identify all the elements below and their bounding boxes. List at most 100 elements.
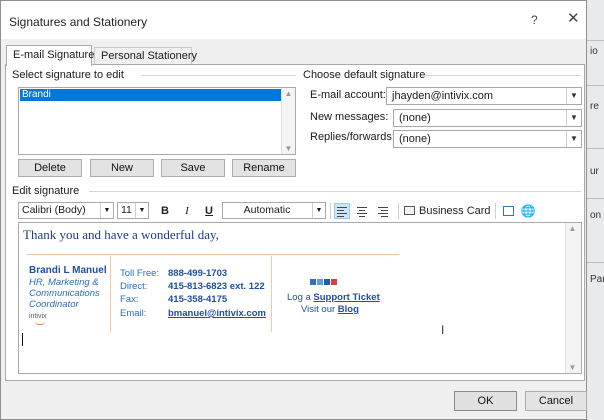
insert-hyperlink-icon[interactable]: 🌐 bbox=[520, 203, 536, 219]
chevron-down-icon[interactable]: ▼ bbox=[312, 203, 325, 218]
new-button[interactable]: New bbox=[90, 159, 154, 177]
signature-title-line: HR, Marketing & bbox=[29, 277, 99, 288]
edit-signature-label: Edit signature bbox=[12, 185, 80, 197]
contact-label: Email: bbox=[120, 308, 147, 319]
background-text: on bbox=[590, 210, 602, 221]
background-text: Par bbox=[590, 274, 604, 285]
tab-personal-stationery[interactable]: Personal Stationery bbox=[94, 47, 197, 65]
replies-forwards-label: Replies/forwards: bbox=[310, 131, 395, 143]
toolbar-separator bbox=[398, 203, 399, 219]
replies-forwards-value: (none) bbox=[399, 133, 431, 145]
email-account-label: E-mail account: bbox=[310, 89, 386, 101]
new-messages-select[interactable]: (none) ▼ bbox=[393, 109, 582, 127]
chevron-down-icon[interactable]: ▼ bbox=[135, 203, 148, 218]
font-name-value: Calibri (Body) bbox=[22, 204, 86, 216]
group-divider bbox=[423, 75, 581, 76]
ibeam-cursor-icon: Ι bbox=[441, 323, 445, 337]
delete-button[interactable]: Delete bbox=[18, 159, 82, 177]
cancel-button[interactable]: Cancel bbox=[525, 391, 587, 411]
background-divider bbox=[587, 148, 604, 149]
signature-list[interactable]: Brandi ▲ ▼ bbox=[18, 87, 296, 155]
social-icons bbox=[310, 279, 338, 287]
chevron-down-icon[interactable]: ▼ bbox=[100, 203, 113, 218]
signature-title-line: Communications bbox=[29, 288, 100, 299]
insert-picture-icon[interactable] bbox=[500, 203, 516, 219]
scroll-down-icon[interactable]: ▼ bbox=[566, 363, 579, 372]
background-divider bbox=[587, 262, 604, 263]
contact-value: 415-358-4175 bbox=[168, 294, 228, 305]
font-name-select[interactable]: Calibri (Body) ▼ bbox=[18, 202, 114, 219]
default-signature-label: Choose default signature bbox=[303, 69, 426, 81]
email-account-select[interactable]: jhayden@intivix.com ▼ bbox=[386, 87, 582, 105]
font-color-select[interactable]: Automatic ▼ bbox=[222, 202, 326, 219]
toolbar-separator bbox=[495, 203, 496, 219]
facebook-icon[interactable] bbox=[310, 279, 316, 285]
background-text: ur bbox=[590, 166, 599, 177]
replies-forwards-select[interactable]: (none) ▼ bbox=[393, 130, 582, 148]
linkedin-icon[interactable] bbox=[324, 279, 330, 285]
support-line: Log a Support Ticket bbox=[287, 292, 380, 303]
scroll-up-icon[interactable]: ▲ bbox=[282, 89, 295, 98]
italic-button[interactable]: I bbox=[180, 203, 194, 219]
support-ticket-link[interactable]: Support Ticket bbox=[313, 292, 379, 303]
scroll-up-icon[interactable]: ▲ bbox=[566, 224, 579, 233]
bold-button[interactable]: B bbox=[158, 203, 172, 219]
chevron-down-icon[interactable]: ▼ bbox=[566, 110, 581, 126]
font-color-value: Automatic bbox=[243, 204, 291, 216]
format-toolbar: Calibri (Body) ▼ 11 ▼ B I U Automatic ▼ … bbox=[18, 202, 578, 220]
signature-list-scrollbar[interactable]: ▲ ▼ bbox=[281, 88, 295, 154]
contact-label: Direct: bbox=[120, 281, 148, 292]
youtube-icon[interactable] bbox=[331, 279, 337, 285]
signatures-dialog: Signatures and Stationery ? ✕ E-mail Sig… bbox=[0, 0, 587, 420]
logo-swirl-icon bbox=[35, 321, 45, 325]
rename-button[interactable]: Rename bbox=[232, 159, 296, 177]
contact-value: 415-813-6823 ext. 122 bbox=[168, 281, 265, 292]
align-left-icon[interactable] bbox=[334, 203, 350, 219]
twitter-icon[interactable] bbox=[317, 279, 323, 285]
scroll-down-icon[interactable]: ▼ bbox=[282, 144, 295, 153]
align-right-icon[interactable] bbox=[374, 203, 390, 219]
title-bar[interactable]: Signatures and Stationery ? ✕ bbox=[1, 1, 586, 39]
signature-name: Brandi L Manuel bbox=[29, 265, 107, 276]
signature-column-divider bbox=[271, 256, 272, 332]
tab-email-signature[interactable]: E-mail Signature bbox=[6, 45, 94, 66]
group-divider bbox=[89, 191, 581, 192]
signature-column-divider bbox=[110, 256, 111, 332]
align-center-icon[interactable] bbox=[354, 203, 370, 219]
toolbar-separator bbox=[330, 203, 331, 219]
save-button[interactable]: Save bbox=[161, 159, 225, 177]
email-account-value: jhayden@intivix.com bbox=[392, 90, 494, 102]
background-divider bbox=[587, 198, 604, 199]
font-size-value: 11 bbox=[121, 204, 132, 216]
signature-editor[interactable]: Thank you and have a wonderful day, Bran… bbox=[18, 222, 582, 374]
font-size-select[interactable]: 11 ▼ bbox=[117, 202, 149, 219]
contact-label: Toll Free: bbox=[120, 268, 160, 279]
select-signature-label: Select signature to edit bbox=[12, 69, 124, 81]
signature-greeting: Thank you and have a wonderful day, bbox=[23, 227, 219, 242]
background-window: io re ur on Par bbox=[586, 0, 604, 420]
signature-list-item[interactable]: Brandi bbox=[20, 89, 281, 101]
signature-title-line: Coordinator bbox=[29, 299, 79, 310]
help-button[interactable]: ? bbox=[531, 13, 538, 27]
underline-button[interactable]: U bbox=[202, 203, 216, 219]
email-link[interactable]: bmanuel@intivix.com bbox=[168, 308, 266, 319]
chevron-down-icon[interactable]: ▼ bbox=[566, 131, 581, 147]
chevron-down-icon[interactable]: ▼ bbox=[566, 88, 581, 104]
background-text: re bbox=[590, 101, 599, 112]
text-caret bbox=[22, 333, 23, 346]
business-card-label: Business Card bbox=[419, 205, 491, 217]
blog-line: Visit our Blog bbox=[301, 304, 359, 315]
business-card-button[interactable]: Business Card bbox=[404, 203, 492, 219]
new-messages-label: New messages: bbox=[310, 111, 389, 123]
contact-label: Fax: bbox=[120, 294, 139, 305]
close-icon[interactable]: ✕ bbox=[567, 11, 580, 26]
ok-button[interactable]: OK bbox=[454, 391, 517, 411]
dialog-title: Signatures and Stationery bbox=[9, 15, 148, 29]
blog-prefix: Visit our bbox=[301, 304, 338, 315]
editor-scrollbar[interactable]: ▲ ▼ bbox=[565, 223, 581, 373]
blog-link[interactable]: Blog bbox=[338, 304, 359, 315]
contact-value: 888-499-1703 bbox=[168, 268, 228, 279]
signature-divider bbox=[27, 254, 399, 255]
background-text: io bbox=[590, 46, 598, 57]
background-divider bbox=[587, 40, 604, 41]
